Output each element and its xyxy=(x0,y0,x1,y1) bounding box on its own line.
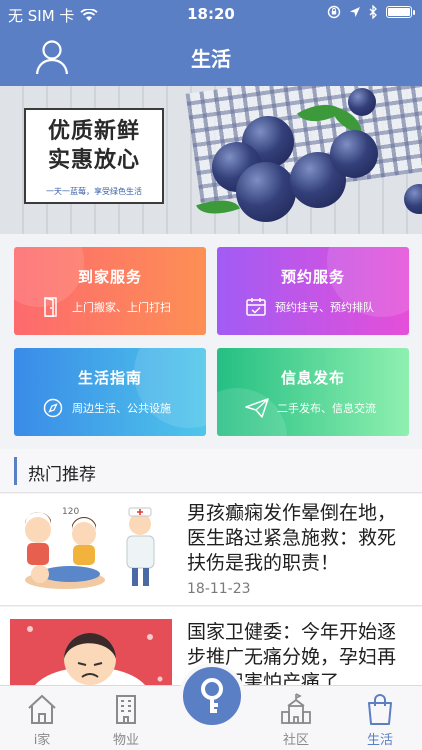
home-service-card[interactable]: 到家服务 上门搬家、上门打扫 xyxy=(14,247,206,335)
info-publish-card[interactable]: 信息发布 二手发布、信息交流 xyxy=(217,348,409,436)
compass-icon xyxy=(43,398,63,418)
community-icon xyxy=(281,693,311,724)
tab-label: 物业 xyxy=(112,733,139,748)
banner-headline-2: 实惠放心 xyxy=(47,148,140,173)
section-accent-bar xyxy=(14,457,17,485)
hot-recommend-header: 热门推荐 xyxy=(0,449,422,493)
status-bar: 无 SIM 卡 18:20 xyxy=(0,0,422,28)
card-subtitle: 预约挂号、预约排队 xyxy=(275,301,374,314)
banner-headline-1: 优质新鲜 xyxy=(47,119,140,144)
news-illustration xyxy=(10,619,172,685)
banner-tagline: 一天一蓝莓，享受绿色生活 xyxy=(46,187,142,196)
paper-plane-icon xyxy=(245,398,269,418)
card-subtitle-row: 二手发布、信息交流 xyxy=(245,398,405,418)
header: 无 SIM 卡 18:20 生活 xyxy=(0,0,422,86)
center-key-button[interactable] xyxy=(179,663,245,729)
tab-home[interactable]: i家 xyxy=(0,686,84,750)
promo-banner[interactable]: 优质新鲜 实惠放心 一天一蓝莓，享受绿色生活 xyxy=(0,86,422,234)
calendar-icon xyxy=(246,298,266,316)
tab-property[interactable]: 物业 xyxy=(84,686,168,750)
card-title: 生活指南 xyxy=(77,369,142,387)
card-subtitle: 上门搬家、上门打扫 xyxy=(72,301,171,314)
life-guide-card[interactable]: 生活指南 周边生活、公共设施 xyxy=(14,348,206,436)
card-subtitle-row: 预约挂号、预约排队 xyxy=(245,297,405,317)
blueberry-decoration xyxy=(236,162,296,222)
card-title: 预约服务 xyxy=(280,268,345,286)
svg-text:120: 120 xyxy=(62,507,79,517)
tab-label: 社区 xyxy=(282,733,309,748)
banner-text-box: 优质新鲜 实惠放心 一天一蓝莓，享受绿色生活 xyxy=(24,108,164,204)
blueberry-decoration xyxy=(348,88,376,116)
shopping-bag-icon xyxy=(368,694,392,725)
building-icon xyxy=(116,695,136,724)
news-date: 18-11-23 xyxy=(187,581,251,597)
battery-icon xyxy=(386,6,415,18)
card-title: 信息发布 xyxy=(280,369,345,387)
tab-label: i家 xyxy=(33,733,51,748)
location-arrow-icon xyxy=(350,7,360,17)
tab-label: 生活 xyxy=(366,733,393,748)
status-right xyxy=(327,5,415,19)
house-icon xyxy=(28,694,56,724)
card-subtitle-row: 周边生活、公共设施 xyxy=(42,398,202,418)
news-illustration: 120 xyxy=(10,500,172,598)
card-title: 到家服务 xyxy=(77,268,142,286)
card-subtitle: 周边生活、公共设施 xyxy=(72,402,171,415)
blueberry-decoration xyxy=(330,130,378,178)
card-subtitle-row: 上门搬家、上门打扫 xyxy=(42,297,202,317)
news-thumbnail xyxy=(10,619,172,685)
page-title: 生活 xyxy=(191,47,231,71)
appointment-service-card[interactable]: 预约服务 预约挂号、预约排队 xyxy=(217,247,409,335)
tab-community[interactable]: 社区 xyxy=(254,686,338,750)
tab-life[interactable]: 生活 xyxy=(338,686,422,750)
orientation-lock-icon xyxy=(327,5,341,19)
bluetooth-icon xyxy=(369,5,377,19)
key-icon xyxy=(201,678,223,713)
nav-bar: 生活 xyxy=(0,28,422,86)
section-title: 热门推荐 xyxy=(28,465,96,485)
news-item[interactable]: 120 男孩癫痫发作晕倒在地，医生路过紧急施救：救死扶伤是我的职责！ 18-11… xyxy=(0,494,422,606)
news-thumbnail: 120 xyxy=(10,500,172,598)
blueberry-decoration xyxy=(404,184,422,214)
door-icon xyxy=(44,297,57,317)
card-subtitle: 二手发布、信息交流 xyxy=(277,402,376,415)
